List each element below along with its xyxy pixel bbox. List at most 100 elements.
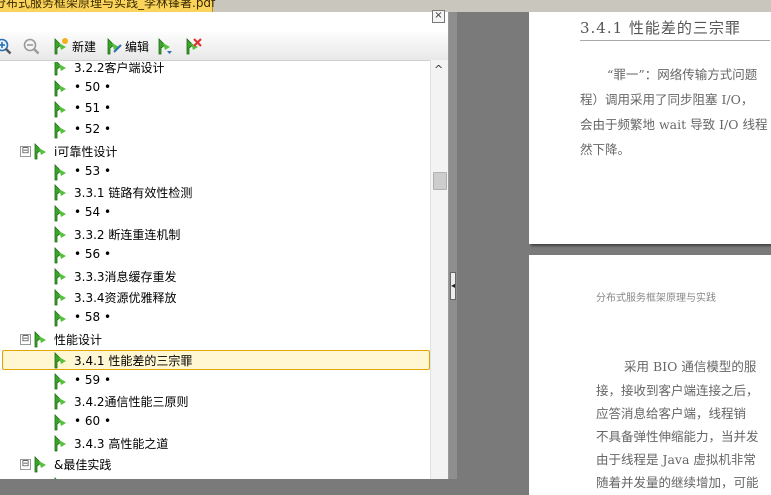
bookmark-label: i可靠性设计 bbox=[54, 144, 118, 159]
edit-bookmark-button[interactable]: 编辑 bbox=[105, 36, 149, 56]
bookmark-item[interactable]: • 56 • bbox=[0, 245, 430, 265]
zoom-out-icon bbox=[23, 38, 40, 55]
bookmark-item[interactable]: • 50 • bbox=[0, 78, 430, 98]
bookmark-item[interactable]: ⊟ 性能设计 bbox=[0, 329, 430, 349]
bookmark-label: 3.3.4资源优雅释放 bbox=[74, 290, 177, 305]
bookmark-item[interactable]: • 51 • bbox=[0, 99, 430, 119]
bookmark-label: &最佳实践 bbox=[54, 458, 112, 473]
bookmark-label: 3.4.3 高性能之道 bbox=[74, 437, 169, 452]
bookmark-item[interactable]: 3.3.1 链路有效性检测 bbox=[0, 182, 430, 202]
bookmark-icon bbox=[54, 121, 66, 139]
page2-line: 由于线程是 Java 虚拟机非常 bbox=[596, 452, 756, 467]
zoom-in-icon bbox=[0, 38, 12, 55]
page2-line: 接，接收到客户端连接之后， bbox=[596, 383, 759, 398]
section-heading: 3.4.1 性能差的三宗罪 bbox=[580, 19, 741, 37]
collapse-toggle[interactable]: ⊟ bbox=[20, 145, 31, 157]
bookmark-label: • 56 • bbox=[74, 247, 112, 262]
bookmark-item[interactable]: 3.4.1 性能差的三宗罪 bbox=[0, 349, 430, 370]
bookmark-icon bbox=[54, 414, 66, 431]
bookmark-icon bbox=[54, 288, 66, 306]
bookmark-item[interactable]: ⊟ &最佳实践 bbox=[0, 454, 430, 474]
bookmark-item[interactable]: 3.3.4资源优雅释放 bbox=[0, 287, 430, 307]
bookmark-label: • 54 • bbox=[74, 205, 112, 220]
bookmark-label: • 58 • bbox=[74, 309, 112, 324]
bookmark-item[interactable]: • 52 • bbox=[0, 120, 430, 140]
bookmark-label: 3.3.3消息缓存重发 bbox=[74, 270, 177, 284]
delete-bookmark-button[interactable] bbox=[184, 36, 202, 56]
bookmark-icon bbox=[54, 247, 66, 264]
bookmark-label: • 60 • bbox=[74, 414, 112, 429]
bookmark-icon bbox=[34, 456, 46, 473]
bookmark-icon bbox=[34, 142, 46, 159]
bookmark-item[interactable]: • 61 • bbox=[0, 475, 430, 479]
page1-line: “罪一”：网络传输方式问题 bbox=[607, 67, 758, 82]
bookmark-label: 性能设计 bbox=[54, 332, 103, 347]
bookmark-icon bbox=[54, 79, 66, 97]
bookmark-label: 3.3.1 链路有效性检测 bbox=[74, 186, 193, 201]
scroll-thumb[interactable] bbox=[433, 172, 447, 190]
new-bookmark-button[interactable]: 新建 bbox=[52, 36, 96, 56]
bookmark-tree: 3.2.2客户端设计 • 50 • • 51 • • 52 • ⊟ i可靠性设计 • 53 … bbox=[0, 62, 430, 479]
delete-bookmark-icon bbox=[186, 38, 202, 55]
bookmark-icon bbox=[54, 268, 66, 285]
bookmark-item[interactable]: ⊟ i可靠性设计 bbox=[0, 141, 430, 161]
heading-rule bbox=[580, 40, 770, 41]
expand-bookmark-icon bbox=[158, 38, 172, 55]
bookmark-item[interactable]: • 60 • bbox=[0, 412, 430, 432]
bookmark-label: • 52 • bbox=[74, 121, 112, 136]
bookmarks-toolbar: 新建 编辑 bbox=[0, 32, 448, 61]
bookmark-label: 3.4.1 性能差的三宗罪 bbox=[74, 353, 193, 368]
bookmark-icon bbox=[54, 184, 66, 201]
tree-scrollbar[interactable]: ^ bbox=[430, 60, 448, 479]
panel-splitter[interactable] bbox=[449, 12, 457, 479]
expand-bookmark-button[interactable] bbox=[156, 36, 174, 56]
bookmark-icon bbox=[54, 351, 66, 368]
new-bookmark-label: 新建 bbox=[72, 39, 97, 54]
close-panel-button[interactable]: × bbox=[432, 10, 445, 23]
new-bookmark-icon bbox=[54, 38, 68, 55]
page2-line: 不具备弹性伸缩能力，当并发 bbox=[596, 429, 759, 444]
bookmark-item[interactable]: 3.4.3 高性能之道 bbox=[0, 433, 430, 453]
scroll-up-arrow[interactable]: ^ bbox=[434, 63, 443, 76]
bookmark-item[interactable]: • 54 • bbox=[0, 203, 430, 223]
bookmark-label: • 53 • bbox=[74, 163, 112, 178]
bookmark-item[interactable]: • 58 • bbox=[0, 308, 430, 328]
bookmark-label: • 51 • bbox=[74, 100, 112, 115]
document-tab-label: 分布式服务框架原理与实践_李林锋著.pdf bbox=[0, 0, 216, 10]
bookmark-icon bbox=[54, 163, 66, 180]
bookmark-label: • 50 • bbox=[74, 79, 112, 94]
page1-line: 然下降。 bbox=[580, 142, 631, 157]
bookmarks-panel: × 新建 编辑 3.2.2客户端设计 • 50 • • 51 • • 52 • … bbox=[0, 10, 449, 479]
zoom-in-button[interactable] bbox=[0, 36, 12, 56]
bookmark-item[interactable]: 3.3.3消息缓存重发 bbox=[0, 266, 430, 286]
title-bar: 分布式服务框架原理与实践_李林锋著.pdf bbox=[0, 0, 771, 12]
pdf-page-top: 3.4.1 性能差的三宗罪 “罪一”：网络传输方式问题 程）调用采用了同步阻塞 … bbox=[529, 12, 771, 244]
bookmark-label: 3.2.2客户端设计 bbox=[74, 62, 165, 75]
bookmark-icon bbox=[54, 393, 66, 410]
page1-line: 会由于频繁地 wait 导致 I/O 线程 bbox=[580, 117, 768, 132]
page1-line: 程）调用采用了同步阻塞 I/O， bbox=[580, 92, 754, 107]
collapse-toggle[interactable]: ⊟ bbox=[20, 333, 31, 345]
document-view[interactable]: 3.4.1 性能差的三宗罪 “罪一”：网络传输方式问题 程）调用采用了同步阻塞 … bbox=[457, 12, 771, 495]
bookmark-icon bbox=[54, 372, 66, 389]
collapse-panel-handle[interactable]: ◂ bbox=[450, 272, 456, 300]
bookmark-icon bbox=[54, 226, 66, 243]
page2-line: 采用 BIO 通信模型的服 bbox=[624, 359, 757, 374]
bookmark-icon bbox=[54, 205, 66, 222]
bookmark-item[interactable]: 3.2.2客户端设计 bbox=[0, 62, 430, 77]
bookmark-item[interactable]: • 59 • bbox=[0, 371, 430, 391]
bookmark-item[interactable]: 3.3.2 断连重连机制 bbox=[0, 224, 430, 244]
bookmark-icon bbox=[54, 435, 66, 452]
bookmark-label: 3.3.2 断连重连机制 bbox=[74, 228, 181, 243]
pdf-page-bottom: 分布式服务框架原理与实践 采用 BIO 通信模型的服 接，接收到客户端连接之后，… bbox=[529, 255, 771, 495]
bookmark-item[interactable]: • 53 • bbox=[0, 162, 430, 182]
bookmark-item[interactable]: 3.4.2通信性能三原则 bbox=[0, 391, 430, 411]
bookmark-label: • 59 • bbox=[74, 372, 112, 387]
edit-bookmark-label: 编辑 bbox=[125, 39, 150, 54]
page2-line: 应答消息给客户端，线程销 bbox=[596, 406, 747, 421]
zoom-out-button[interactable] bbox=[22, 36, 40, 56]
collapse-toggle[interactable]: ⊟ bbox=[20, 459, 31, 471]
page2-line: 随着并发量的继续增加，可能 bbox=[596, 475, 759, 490]
bookmark-label: 3.4.2通信性能三原则 bbox=[74, 395, 189, 410]
document-tab[interactable]: 分布式服务框架原理与实践_李林锋著.pdf bbox=[0, 0, 216, 12]
